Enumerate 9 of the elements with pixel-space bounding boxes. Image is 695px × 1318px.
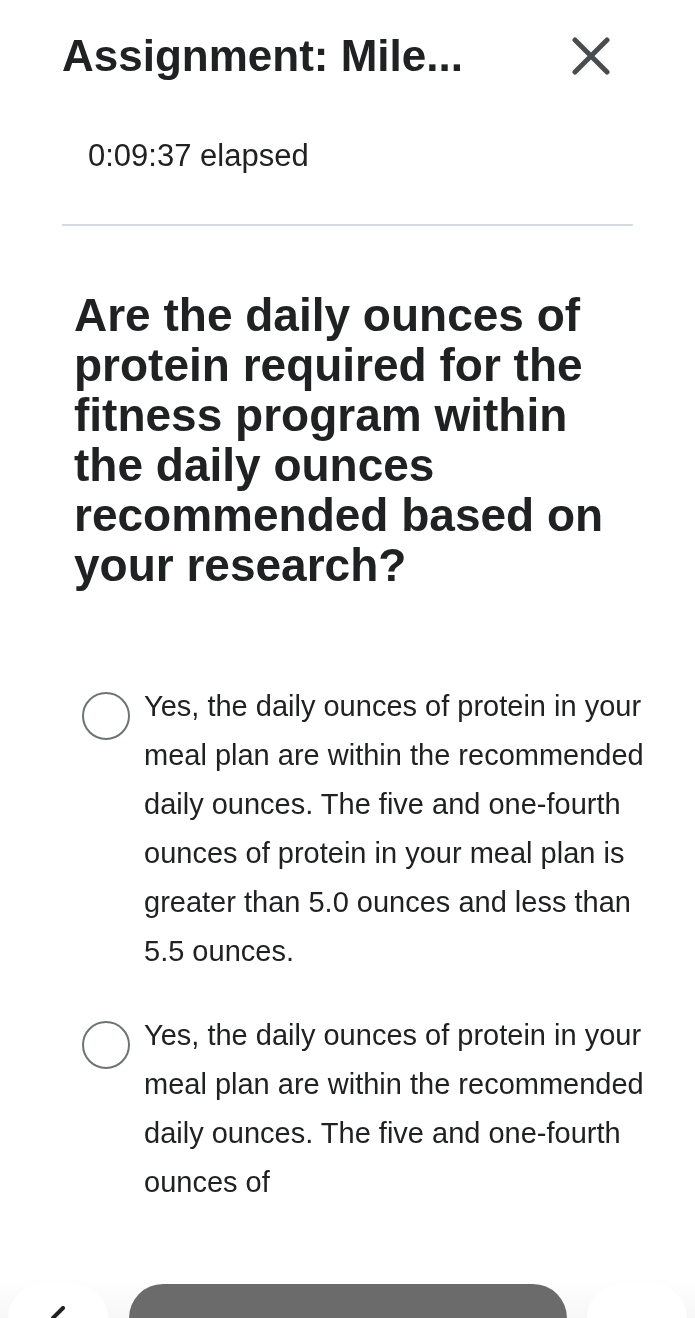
radio-button[interactable] xyxy=(82,692,130,740)
chevron-left-icon xyxy=(51,1306,65,1318)
elapsed-time: 0:09:37 elapsed xyxy=(88,138,309,173)
answer-option-text[interactable]: Yes, the daily ounces of protein in your meal plan are within the recommended daily ounces. The five and one-fourth ounces of xyxy=(144,1011,644,1207)
window-title: Assignment: Mile... xyxy=(62,30,463,82)
radio-button[interactable] xyxy=(82,1021,130,1069)
close-icon xyxy=(572,37,610,75)
answer-option-text[interactable]: Yes, the daily ounces of protein in your meal plan are within the recommended daily ounces. The five and one-fourth ounces of protein in your meal plan is greater than 5.0 ounces and less than 5.5 ounces. xyxy=(144,682,644,976)
question-text: Are the daily ounces of protein required for the fitness program within the daily ounces recommended based on your research? xyxy=(74,290,605,590)
